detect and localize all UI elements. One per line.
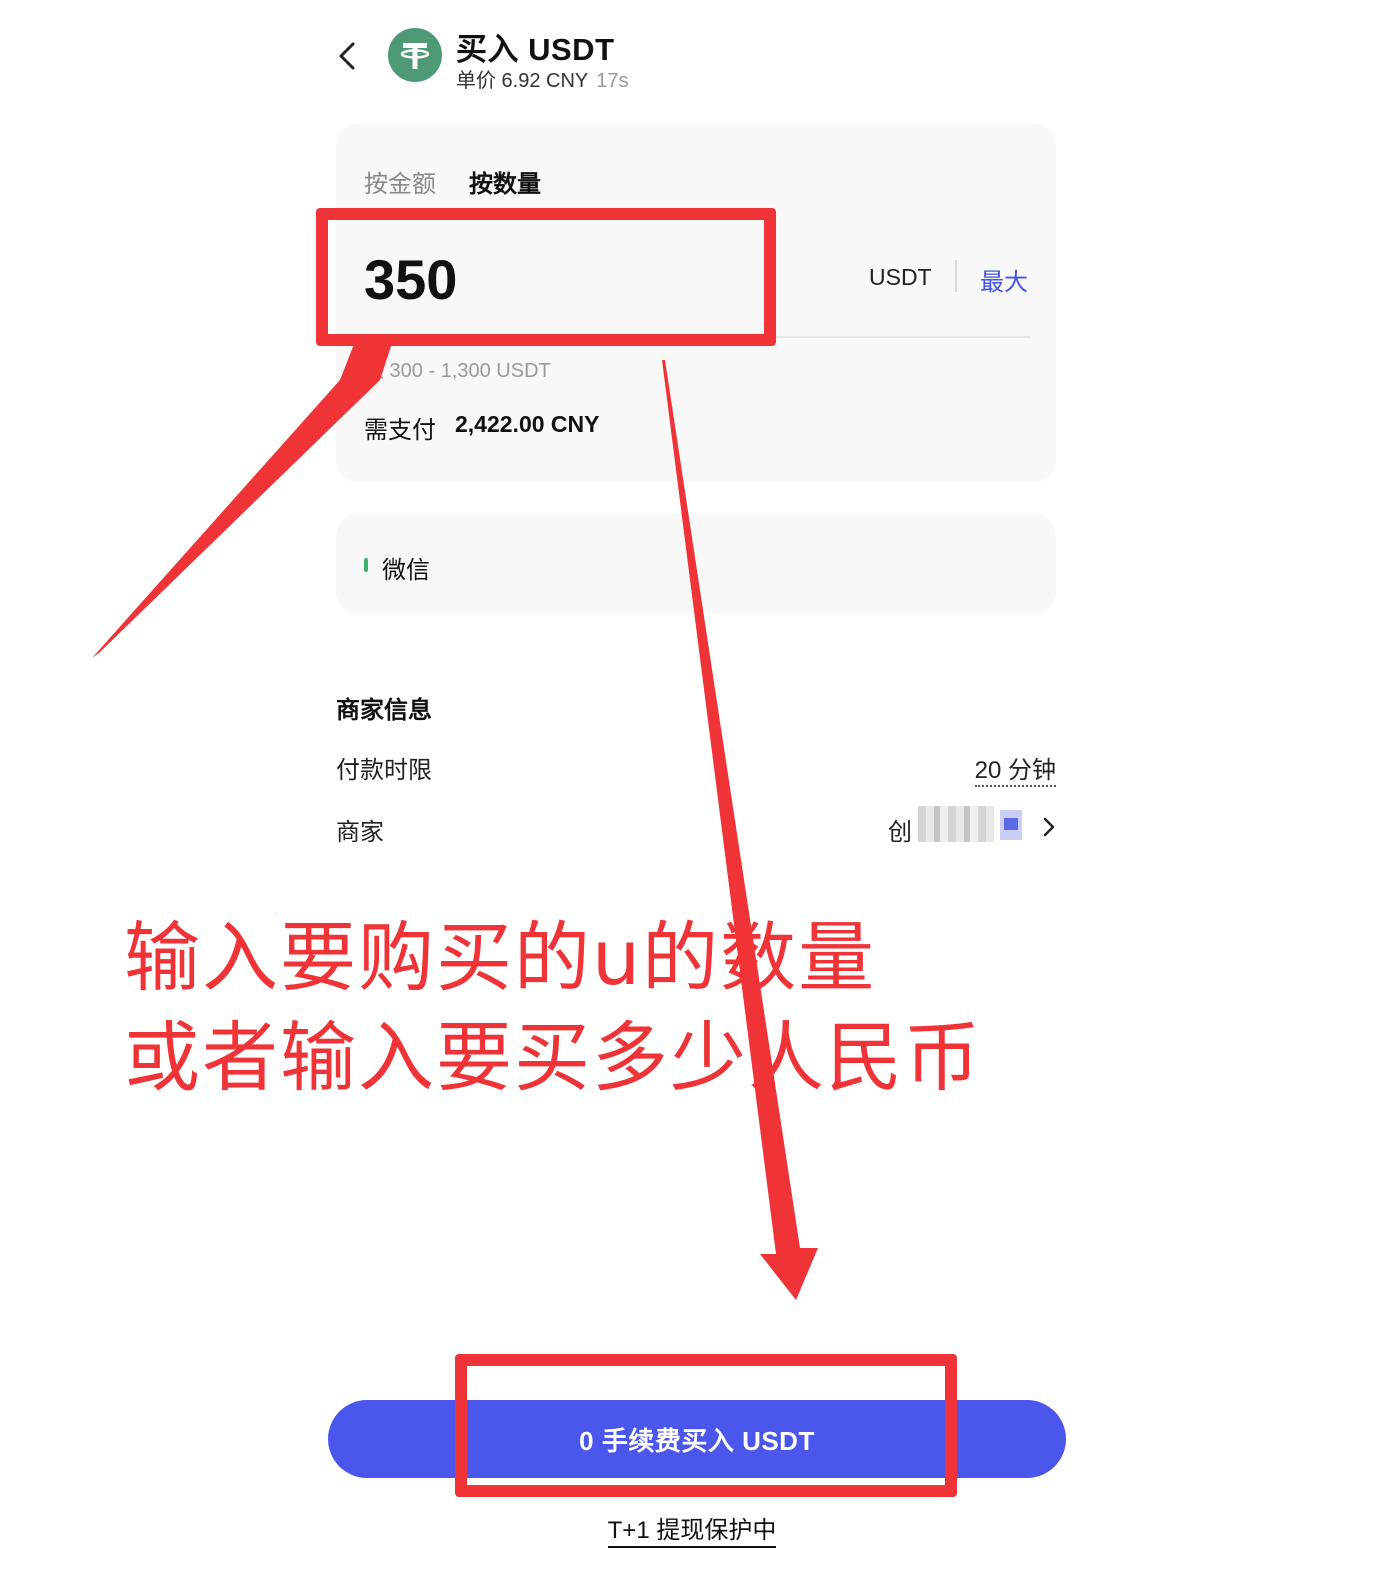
chevron-left-icon — [339, 42, 355, 70]
max-button[interactable]: 最大 — [980, 262, 1028, 297]
protection-link[interactable]: T+1 提现保护中 — [607, 1517, 777, 1548]
payment-time-value[interactable]: 20 分钟 — [974, 750, 1056, 787]
back-button[interactable] — [330, 36, 364, 76]
annotation-box-input — [316, 208, 776, 346]
refresh-timer: 17s — [596, 70, 629, 92]
payment-time-label: 付款时限 — [336, 757, 432, 784]
pay-label: 需支付 — [364, 417, 436, 444]
tab-by-amount[interactable]: 按金额 — [364, 164, 436, 199]
unit-price-text: 单价 6.92 CNY — [456, 70, 589, 92]
page-title: 买入 USDT — [456, 32, 615, 67]
usdt-coin-icon — [388, 28, 442, 82]
merchant-label: 商家 — [336, 819, 384, 846]
merchant-name[interactable]: 创 — [888, 812, 912, 847]
merchant-badge-icon — [1000, 810, 1022, 840]
wechat-indicator-icon — [364, 558, 368, 572]
annotation-text-line2: 或者输入要买多少人民币 — [124, 1013, 982, 1102]
arrow-to-button — [662, 360, 818, 1300]
annotation-text-line1: 输入要购买的u的数量 — [124, 913, 877, 1002]
tab-by-quantity[interactable]: 按数量 — [469, 164, 541, 199]
protection-link-row: T+1 提现保护中 — [0, 1510, 1384, 1548]
chevron-right-icon[interactable] — [1036, 812, 1062, 842]
limit-text: 额 300 - 1,300 USDT — [364, 360, 551, 382]
payment-method-selector[interactable] — [336, 514, 1056, 614]
annotation-box-button — [455, 1354, 957, 1497]
payment-method-label: 微信 — [382, 557, 430, 584]
merchant-info-heading: 商家信息 — [336, 697, 432, 724]
unit-divider — [955, 260, 957, 292]
unit-price: 单价 6.92 CNY 17s — [456, 64, 629, 93]
pay-amount: 2,422.00 CNY — [455, 411, 600, 437]
unit-label: USDT — [869, 264, 932, 290]
merchant-name-blurred — [918, 806, 994, 842]
